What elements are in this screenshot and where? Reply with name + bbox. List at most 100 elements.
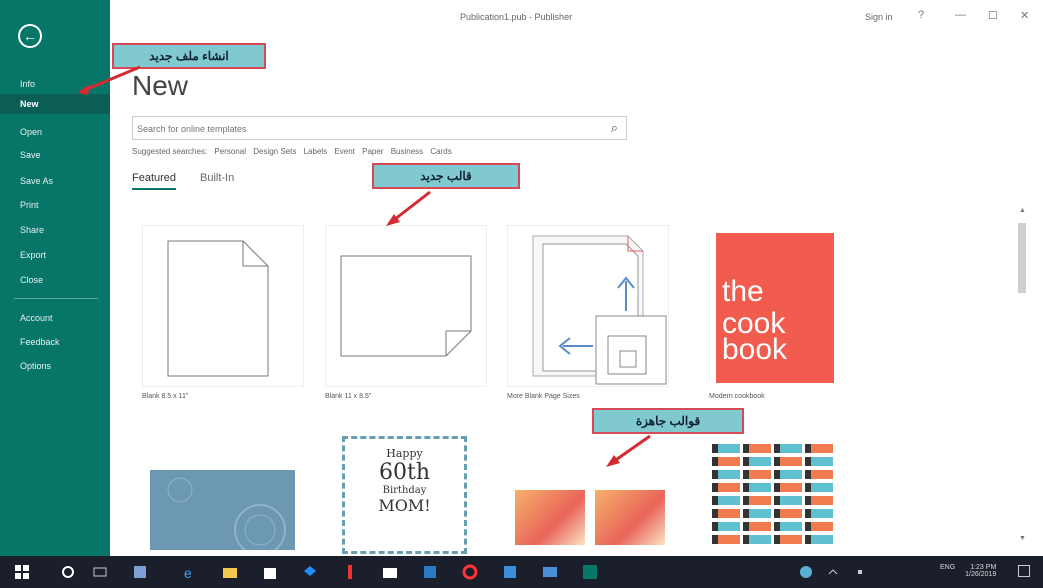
scrollbar[interactable]: ▲ ▼ [1016, 205, 1028, 550]
close-button[interactable]: ✕ [1020, 9, 1029, 22]
template-caption: Blank 8.5 x 11" [142, 393, 189, 400]
search-circle-icon[interactable] [60, 564, 76, 580]
windows-start-icon[interactable] [14, 564, 30, 580]
label-strip-tab [805, 470, 811, 479]
suggested-link-business[interactable]: Business [391, 147, 423, 156]
opera-icon[interactable] [462, 564, 478, 580]
maximize-button[interactable]: ☐ [988, 9, 998, 22]
suggested-link-personal[interactable]: Personal [214, 147, 246, 156]
tab-featured[interactable]: Featured [132, 172, 177, 190]
label-strip-tab [743, 535, 749, 544]
search-box[interactable]: ⌕ [132, 116, 627, 140]
language-indicator[interactable]: ENG [940, 564, 955, 571]
scroll-up-icon[interactable]: ▲ [1019, 207, 1026, 214]
suggested-label: Suggested searches: [132, 147, 208, 156]
label-strip-tab [712, 483, 718, 492]
annotation-arrow [386, 190, 431, 226]
label-strip-tab [743, 522, 749, 531]
sidebar-item-account[interactable]: Account [0, 308, 110, 328]
labels-thumbnail [712, 444, 833, 544]
suggested-link-event[interactable]: Event [334, 147, 354, 156]
suggested-link-paper[interactable]: Paper [362, 147, 383, 156]
app-icon-1[interactable] [132, 564, 148, 580]
blank-portrait-thumbnail [167, 240, 269, 377]
file-explorer-icon[interactable] [222, 564, 238, 580]
sidebar-item-close[interactable]: Close [0, 270, 110, 290]
notifications-icon[interactable] [1018, 565, 1030, 577]
label-strip-tab [805, 444, 811, 453]
sidebar-item-share[interactable]: Share [0, 220, 110, 240]
back-arrow-icon[interactable]: ← [18, 24, 42, 48]
template-blank-landscape[interactable] [325, 225, 487, 387]
template-birthday-card[interactable]: Happy 60th Birthday MOM! [342, 436, 467, 554]
tab-built-in[interactable]: Built-In [200, 172, 234, 184]
template-labels[interactable] [710, 440, 835, 552]
birthday-line: 60th [378, 460, 430, 485]
sidebar-item-print[interactable]: Print [0, 195, 110, 215]
store-icon[interactable] [262, 564, 278, 580]
page-sizes-thumbnail [532, 235, 667, 385]
minimize-button[interactable]: — [955, 9, 966, 21]
volume-icon[interactable] [855, 564, 871, 580]
annotation-arrow [606, 434, 651, 467]
search-icon[interactable]: ⌕ [611, 120, 618, 136]
publisher-icon[interactable] [582, 564, 598, 580]
template-cards[interactable] [509, 476, 669, 552]
label-strip-tab [743, 457, 749, 466]
suggested-link-labels[interactable]: Labels [304, 147, 328, 156]
label-strip-tab [712, 535, 718, 544]
app-icon-blue[interactable] [422, 564, 438, 580]
label-strip-tab [743, 444, 749, 453]
publisher-backstage: ← Info New Open Save Save As Print Share… [0, 0, 1043, 588]
sidebar-item-feedback[interactable]: Feedback [0, 332, 110, 352]
clock-time: 1:23 PM [970, 564, 997, 571]
card-thumbnail [595, 490, 665, 545]
label-strip-tab [805, 522, 811, 531]
sidebar-divider [14, 298, 98, 299]
template-modern-cookbook[interactable]: the cook book [709, 225, 871, 387]
app-icon-red[interactable] [342, 564, 358, 580]
mail-icon[interactable] [382, 564, 398, 580]
template-caption: More Blank Page Sizes [507, 393, 580, 400]
search-input[interactable] [137, 121, 587, 137]
taskbar: e [0, 556, 1043, 588]
label-strip-tab [805, 457, 811, 466]
label-strip-tab [712, 470, 718, 479]
clock-date: 1/26/2019 [965, 571, 997, 578]
label-strip-tab [712, 522, 718, 531]
label-strip-tab [743, 483, 749, 492]
tray-clock[interactable]: ENG 1:23 PM 1/26/2019 [940, 564, 996, 578]
template-more-page-sizes[interactable] [507, 225, 669, 387]
blue-pattern-thumbnail [167, 477, 286, 556]
help-button[interactable]: ? [918, 9, 924, 21]
network-icon[interactable] [798, 564, 814, 580]
app-icon-window[interactable] [542, 564, 558, 580]
sign-in-link[interactable]: Sign in [865, 12, 893, 22]
sidebar-item-open[interactable]: Open [0, 122, 110, 142]
label-strip-tab [712, 496, 718, 505]
label-strip-tab [712, 457, 718, 466]
sidebar-item-save-as[interactable]: Save As [0, 171, 110, 191]
template-blue-pattern[interactable] [150, 470, 295, 556]
template-caption: Modern cookbook [709, 393, 765, 400]
scroll-thumb[interactable] [1018, 223, 1026, 293]
edge-icon[interactable]: e [182, 564, 198, 581]
label-strip-tab [774, 483, 780, 492]
suggested-link-design-sets[interactable]: Design Sets [253, 147, 296, 156]
dropbox-icon[interactable] [302, 564, 318, 580]
sidebar-item-save[interactable]: Save [0, 145, 110, 165]
svg-text:e: e [184, 565, 192, 580]
cookbook-cover: the cook book [716, 233, 834, 383]
label-strip-tab [774, 470, 780, 479]
cookbook-word: the [722, 275, 764, 308]
task-view-icon[interactable] [92, 564, 108, 580]
template-blank-portrait[interactable] [142, 225, 304, 387]
tray-chevron-icon[interactable] [825, 564, 841, 580]
sidebar-item-options[interactable]: Options [0, 356, 110, 376]
sidebar-item-export[interactable]: Export [0, 245, 110, 265]
app-icon-teal[interactable] [502, 564, 518, 580]
birthday-line: MOM! [378, 496, 431, 515]
scroll-down-icon[interactable]: ▼ [1019, 535, 1026, 542]
label-strip-tab [805, 496, 811, 505]
suggested-link-cards[interactable]: Cards [430, 147, 451, 156]
